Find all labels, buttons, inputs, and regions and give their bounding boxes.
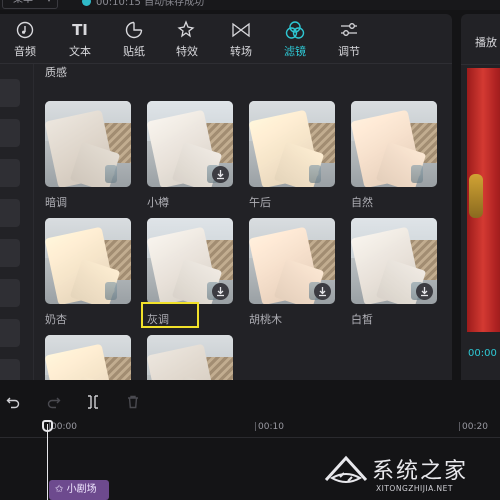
timeline-ruler: 00:00 00:10 00:20: [0, 418, 500, 438]
filter-card-ziran[interactable]: 自然: [351, 101, 437, 210]
tab-adjust[interactable]: 调节: [329, 18, 369, 59]
filter-card-andiao[interactable]: 暗调: [45, 101, 131, 210]
tab-transitions[interactable]: 转场: [221, 18, 261, 59]
filter-card[interactable]: [147, 335, 233, 380]
tab-text-label: 文本: [69, 45, 91, 58]
sidebar-item[interactable]: [0, 239, 20, 267]
autosave-text: 00:10:15 自动保存成功: [96, 0, 205, 8]
sidebar-divider: [33, 64, 34, 380]
filter-thumbnail: [45, 101, 131, 187]
filter-name: 午后: [249, 196, 271, 209]
delete-icon[interactable]: [124, 395, 142, 413]
category-tabs: 音频 TI 文本 贴纸 特效 转场 滤镜 调节: [0, 14, 452, 64]
filter-card-wuhou[interactable]: 午后: [249, 101, 335, 210]
download-icon[interactable]: [314, 283, 331, 300]
highlight-box: [141, 302, 199, 328]
filter-thumbnail: [249, 101, 335, 187]
sidebar-item[interactable]: [0, 79, 20, 107]
filter-name: 暗调: [45, 196, 67, 209]
music-note-icon: [5, 18, 45, 42]
transition-icon: [221, 18, 261, 42]
filter-name: 奶杏: [45, 313, 67, 326]
section-title: 质感: [45, 66, 67, 79]
split-icon[interactable]: [84, 395, 102, 413]
chevron-down-icon: ▾: [47, 0, 51, 8]
sparkle-icon: [167, 18, 207, 42]
tab-audio[interactable]: 音频: [5, 18, 45, 59]
filter-name: 白皙: [351, 313, 373, 326]
filter-card-naixing[interactable]: 奶杏: [45, 218, 131, 327]
clip-label: 小剧场: [66, 484, 97, 495]
filter-thumbnail: [351, 218, 437, 304]
sticker-icon: [114, 18, 154, 42]
timeline-toolbar: [0, 392, 500, 418]
download-icon[interactable]: [416, 283, 433, 300]
curtain-tassel: [469, 174, 483, 218]
tab-transitions-label: 转场: [230, 45, 252, 58]
ruler-label: 00:00: [51, 422, 77, 432]
ruler-tick: [459, 422, 460, 431]
redo-icon[interactable]: [45, 395, 63, 413]
tab-adjust-label: 调节: [338, 45, 360, 58]
watermark-text: 系统之家: [372, 459, 469, 484]
filter-thumbnail: [45, 218, 131, 304]
timeline-clip[interactable]: ✩ 小剧场: [49, 480, 109, 500]
filter-icon: [275, 18, 315, 42]
player-divider: [461, 64, 500, 65]
sidebar-item[interactable]: [0, 159, 20, 187]
filter-category-sidebar: [0, 64, 30, 380]
sidebar-item[interactable]: [0, 359, 20, 380]
menu-label: 菜单: [13, 0, 33, 5]
filter-card-baixi[interactable]: 白皙: [351, 218, 437, 327]
playhead-handle[interactable]: [42, 420, 53, 432]
tab-effects-label: 特效: [176, 45, 198, 58]
autosave-status: 00:10:15 自动保存成功: [82, 0, 204, 8]
sidebar-item[interactable]: [0, 319, 20, 347]
player-time: 00:00: [468, 348, 497, 359]
watermark-logo-icon: [324, 455, 368, 483]
filter-name: 小樽: [147, 196, 169, 209]
download-icon[interactable]: [212, 283, 229, 300]
filter-thumbnail: [249, 218, 335, 304]
filter-card[interactable]: [45, 335, 131, 380]
player-panel: 播放 00:00: [461, 14, 500, 380]
filter-thumbnail: [147, 335, 233, 380]
text-icon: TI: [72, 21, 88, 39]
filter-thumbnail: [45, 335, 131, 380]
tab-effects[interactable]: 特效: [167, 18, 207, 59]
filter-card-hutaomu[interactable]: 胡桃木: [249, 218, 335, 327]
watermark-url: XITONGZHIJIA.NET: [376, 484, 453, 493]
sparkle-icon: ✩: [55, 484, 64, 495]
sidebar-item[interactable]: [0, 119, 20, 147]
tab-sticker-label: 贴纸: [123, 45, 145, 58]
filter-thumbnail: [147, 218, 233, 304]
tab-filters-label: 滤镜: [284, 45, 306, 58]
filter-card-xiaozun[interactable]: 小樽: [147, 101, 233, 210]
player-title: 播放: [475, 36, 497, 49]
tab-sticker[interactable]: 贴纸: [114, 18, 154, 59]
tab-text[interactable]: TI 文本: [60, 18, 100, 59]
filter-thumbnail: [351, 101, 437, 187]
app-window: 菜单 ▾ 00:10:15 自动保存成功 音频 TI 文本 贴纸: [0, 0, 500, 500]
filter-thumbnail: [147, 101, 233, 187]
tab-audio-label: 音频: [14, 45, 36, 58]
download-icon[interactable]: [212, 166, 229, 183]
top-bar: 菜单 ▾ 00:10:15 自动保存成功: [0, 0, 500, 10]
ruler-label: 00:10: [258, 422, 284, 432]
filter-name: 胡桃木: [249, 313, 282, 326]
sidebar-item[interactable]: [0, 199, 20, 227]
ruler-label: 00:20: [462, 422, 488, 432]
adjust-sliders-icon: [329, 18, 369, 42]
tab-filters[interactable]: 滤镜: [275, 18, 315, 59]
menu-button[interactable]: 菜单 ▾: [2, 0, 58, 9]
sidebar-item[interactable]: [0, 279, 20, 307]
cloud-saved-icon: [82, 0, 91, 6]
undo-icon[interactable]: [4, 395, 22, 413]
playhead-line[interactable]: [47, 424, 48, 500]
ruler-tick: [255, 422, 256, 431]
filter-name: 自然: [351, 196, 373, 209]
watermark: 系统之家 XITONGZHIJIA.NET: [322, 450, 500, 500]
